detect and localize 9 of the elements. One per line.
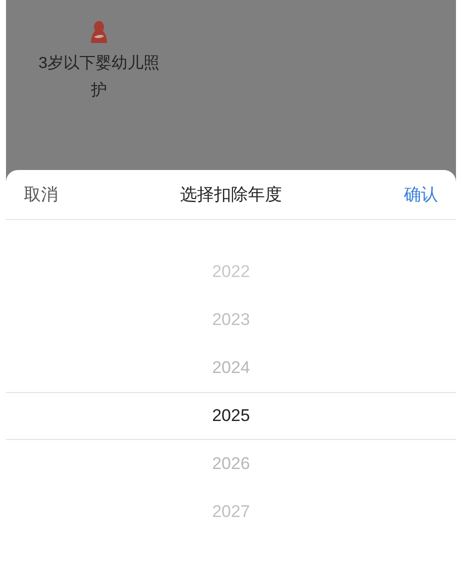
year-option[interactable]: 2024	[212, 355, 250, 381]
year-option[interactable]: 2027	[212, 499, 250, 525]
confirm-button[interactable]: 确认	[404, 182, 438, 208]
year-option[interactable]: 2023	[212, 307, 250, 333]
year-option[interactable]: 2026	[212, 451, 250, 477]
item-label: 3岁以下婴幼儿照护	[38, 54, 160, 101]
year-option[interactable]: 2025	[212, 403, 250, 429]
cancel-button[interactable]: 取消	[24, 182, 58, 208]
sheet-title: 选择扣除年度	[180, 184, 282, 206]
